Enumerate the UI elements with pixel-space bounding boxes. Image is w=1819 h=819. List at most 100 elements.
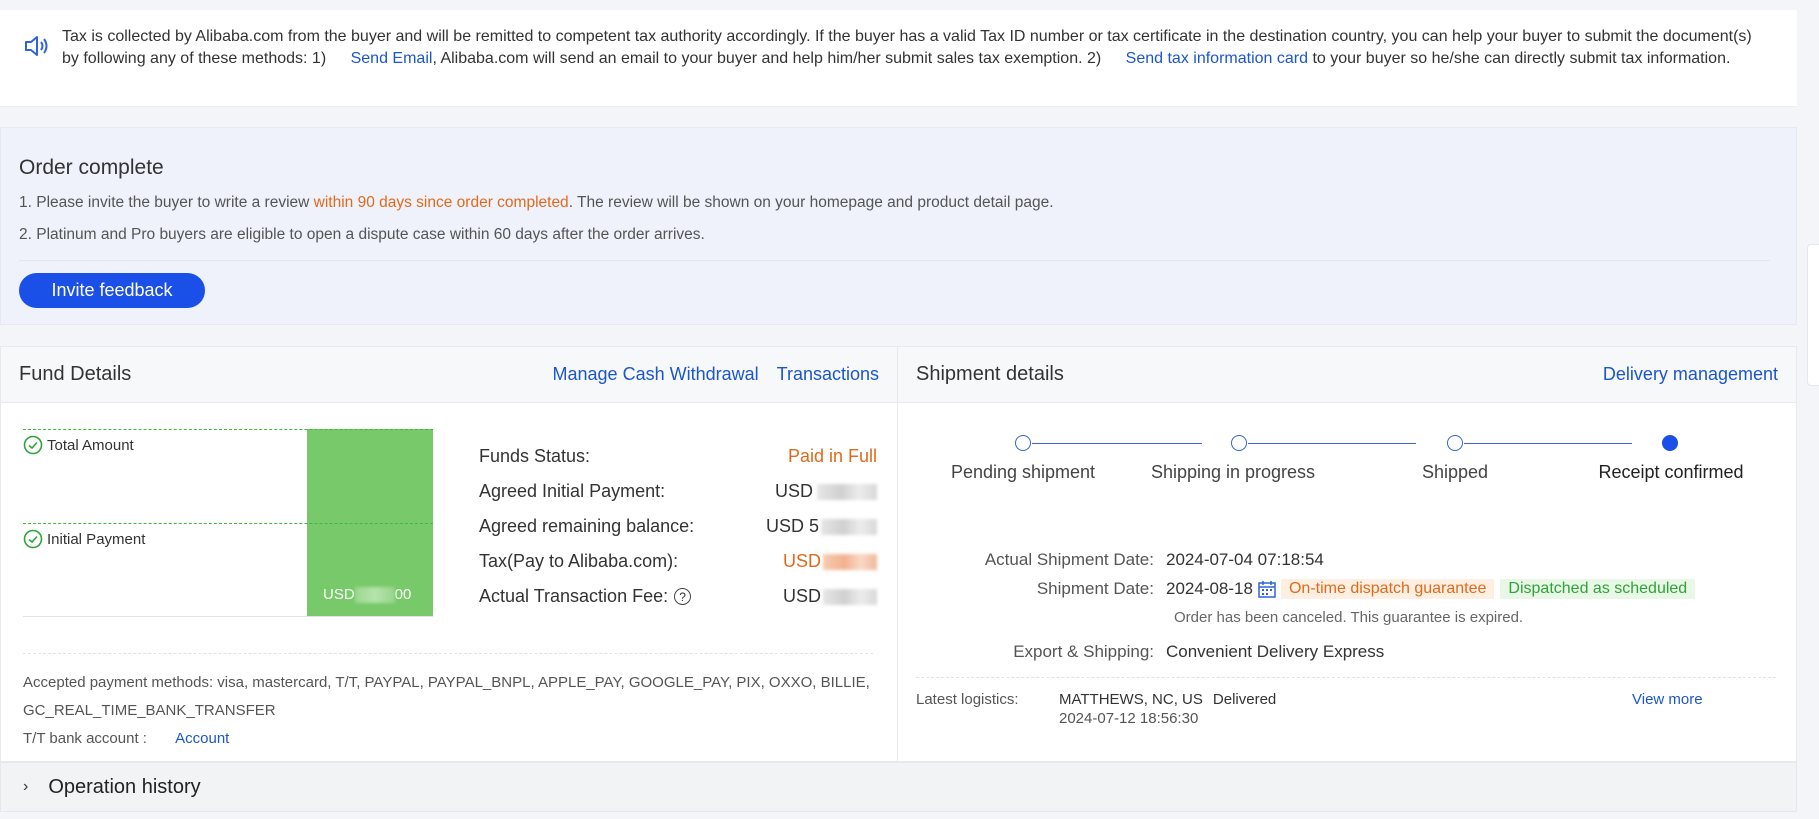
initial-payment-currency: USD xyxy=(774,481,813,501)
step-receipt-confirmed-node xyxy=(1662,435,1678,451)
invite-feedback-button[interactable]: Invite feedback xyxy=(19,273,205,308)
actual-shipment-date-label: Actual Shipment Date: xyxy=(984,549,1154,569)
order-status-title: Order complete xyxy=(19,156,164,179)
bar-amount-currency: USD xyxy=(323,585,355,603)
review-instruction: 1. Please invite the buyer to write a re… xyxy=(19,194,1778,212)
funds-status-label: Funds Status: xyxy=(479,446,591,466)
initial-payment-line xyxy=(23,523,433,524)
transaction-fee-currency: USD xyxy=(782,586,821,606)
bar-amount-suffix: 00 xyxy=(394,585,412,603)
manage-cash-withdrawal-link[interactable]: Manage Cash Withdrawal xyxy=(553,364,759,385)
view-more-link[interactable]: View more xyxy=(1632,691,1703,708)
account-link[interactable]: Account xyxy=(175,730,229,747)
delivery-management-link[interactable]: Delivery management xyxy=(1603,364,1778,385)
fund-details-panel: Fund Details Manage Cash Withdrawal Tran… xyxy=(0,346,898,762)
progress-track xyxy=(1464,443,1632,444)
shipment-date-value: 2024-08-18 On-time dispatch guarantee Di… xyxy=(1166,578,1696,599)
shipment-date-label: Shipment Date: xyxy=(1036,578,1154,598)
divider xyxy=(23,653,873,654)
tax-currency: USD xyxy=(782,551,821,571)
export-shipping-row: Export & Shipping: Convenient Delivery E… xyxy=(898,637,1797,666)
check-circle-icon xyxy=(23,435,43,455)
step-pending-shipment-label: Pending shipment xyxy=(950,462,1096,482)
logistics-entry: MATTHEWS, NC, US Delivered xyxy=(1059,691,1276,708)
transaction-fee-label-text: Actual Transaction Fee: xyxy=(479,586,669,606)
send-tax-card-link[interactable]: Send tax information card xyxy=(1126,50,1308,67)
shipment-details-title: Shipment details xyxy=(916,363,1064,385)
logistics-location: MATTHEWS, NC, US xyxy=(1059,691,1203,708)
actual-shipment-date-value: 2024-07-04 07:18:54 xyxy=(1166,549,1324,569)
divider xyxy=(916,677,1776,678)
operation-history-title: Operation history xyxy=(48,775,201,798)
order-complete-panel: Order complete 1. Please invite the buye… xyxy=(0,127,1797,325)
funds-status-row: Funds Status: Paid in Full xyxy=(479,439,877,474)
tt-bank-label: T/T bank account : xyxy=(23,730,147,747)
shipment-date-row: Shipment Date: 2024-08-18 On-time dispat… xyxy=(898,574,1797,603)
fund-details-header: Fund Details Manage Cash Withdrawal Tran… xyxy=(1,347,897,403)
shipment-progress: Pending shipment Shipping in progress Sh… xyxy=(898,431,1797,521)
export-shipping-value: Convenient Delivery Express xyxy=(1166,641,1385,661)
speaker-icon xyxy=(25,36,48,56)
export-info: Export & Shipping: Convenient Delivery E… xyxy=(898,637,1797,666)
legend-label: Total Amount xyxy=(47,436,134,454)
remaining-balance-row: Agreed remaining balance: USD 5 xyxy=(479,509,877,544)
initial-payment-label: Agreed Initial Payment: xyxy=(479,481,666,501)
tax-notice-text: Tax is collected by Alibaba.com from the… xyxy=(62,26,1773,106)
logistics-status: Delivered xyxy=(1212,691,1277,708)
transaction-fee-row: Actual Transaction Fee:? USD xyxy=(479,579,877,614)
divider xyxy=(19,260,1770,261)
fund-details-title: Fund Details xyxy=(19,363,132,385)
dispatched-status-badge: Dispatched as scheduled xyxy=(1500,578,1696,599)
tax-notice: Tax is collected by Alibaba.com from the… xyxy=(0,10,1797,106)
review-text: 1. Please invite the buyer to write a re… xyxy=(19,194,314,211)
tax-row: Tax(Pay to Alibaba.com): USD xyxy=(479,544,877,579)
review-deadline: within 90 days since order completed xyxy=(313,194,569,211)
fund-chart: Total Amount Initial Payment USD 00 xyxy=(23,429,433,617)
shipment-info: Actual Shipment Date: 2024-07-04 07:18:5… xyxy=(898,545,1797,603)
shipment-date-text: 2024-08-18 xyxy=(1166,578,1253,598)
notice-text-part: to your buyer so he/she can directly sub… xyxy=(1308,50,1731,67)
side-feedback-tab[interactable] xyxy=(1807,244,1819,386)
initial-payment-value: USD xyxy=(775,481,877,502)
progress-track xyxy=(1032,443,1202,444)
chevron-right-icon: › xyxy=(23,778,29,795)
dispute-instruction: 2. Platinum and Pro buyers are eligible … xyxy=(19,226,705,243)
remaining-balance-currency: USD 5 xyxy=(765,516,819,536)
chart-baseline xyxy=(23,616,433,617)
progress-track xyxy=(1248,443,1416,444)
transaction-fee-value: USD xyxy=(783,586,877,607)
remaining-balance-label: Agreed remaining balance: xyxy=(479,516,695,536)
transactions-link[interactable]: Transactions xyxy=(777,364,879,385)
legend-initial-payment: Initial Payment xyxy=(23,529,145,549)
step-shipping-in-progress-node xyxy=(1231,435,1247,451)
shipment-details-header: Shipment details Delivery management xyxy=(898,347,1796,403)
review-text: . The review will be shown on your homep… xyxy=(568,194,1054,211)
notice-text-part: , Alibaba.com will send an email to your… xyxy=(432,50,1102,67)
redacted-value xyxy=(354,587,395,603)
on-time-dispatch-badge: On-time dispatch guarantee xyxy=(1280,578,1495,599)
redacted-value xyxy=(823,589,877,606)
fund-stats: Funds Status: Paid in Full Agreed Initia… xyxy=(479,439,877,614)
help-icon[interactable]: ? xyxy=(674,588,692,605)
payment-methods-section: Accepted payment methods: visa, masterca… xyxy=(23,669,873,753)
tax-label: Tax(Pay to Alibaba.com): xyxy=(479,551,679,571)
calendar-icon xyxy=(1258,580,1276,598)
tt-bank-account-row: T/T bank account : Account xyxy=(23,725,873,753)
send-email-link[interactable]: Send Email xyxy=(351,50,433,67)
logistics-time: 2024-07-12 18:56:30 xyxy=(1059,710,1199,727)
legend-total-amount: Total Amount xyxy=(23,435,134,455)
step-shipping-in-progress-label: Shipping in progress xyxy=(1150,462,1316,482)
redacted-value xyxy=(823,554,877,571)
total-amount-line xyxy=(23,429,433,430)
remaining-balance-value: USD 5 xyxy=(766,516,877,537)
step-receipt-confirmed-label: Receipt confirmed xyxy=(1598,462,1744,482)
latest-logistics-label: Latest logistics: xyxy=(916,691,1019,708)
payment-methods-text: Accepted payment methods: visa, masterca… xyxy=(23,674,870,719)
shipment-details-panel: Shipment details Delivery management Pen… xyxy=(898,346,1797,762)
initial-payment-row: Agreed Initial Payment: USD xyxy=(479,474,877,509)
check-circle-icon xyxy=(23,529,43,549)
operation-history-toggle[interactable]: › Operation history xyxy=(0,762,1797,812)
transaction-fee-label: Actual Transaction Fee:? xyxy=(479,586,692,607)
step-shipped-node xyxy=(1447,435,1463,451)
funds-status-value: Paid in Full xyxy=(787,446,877,466)
